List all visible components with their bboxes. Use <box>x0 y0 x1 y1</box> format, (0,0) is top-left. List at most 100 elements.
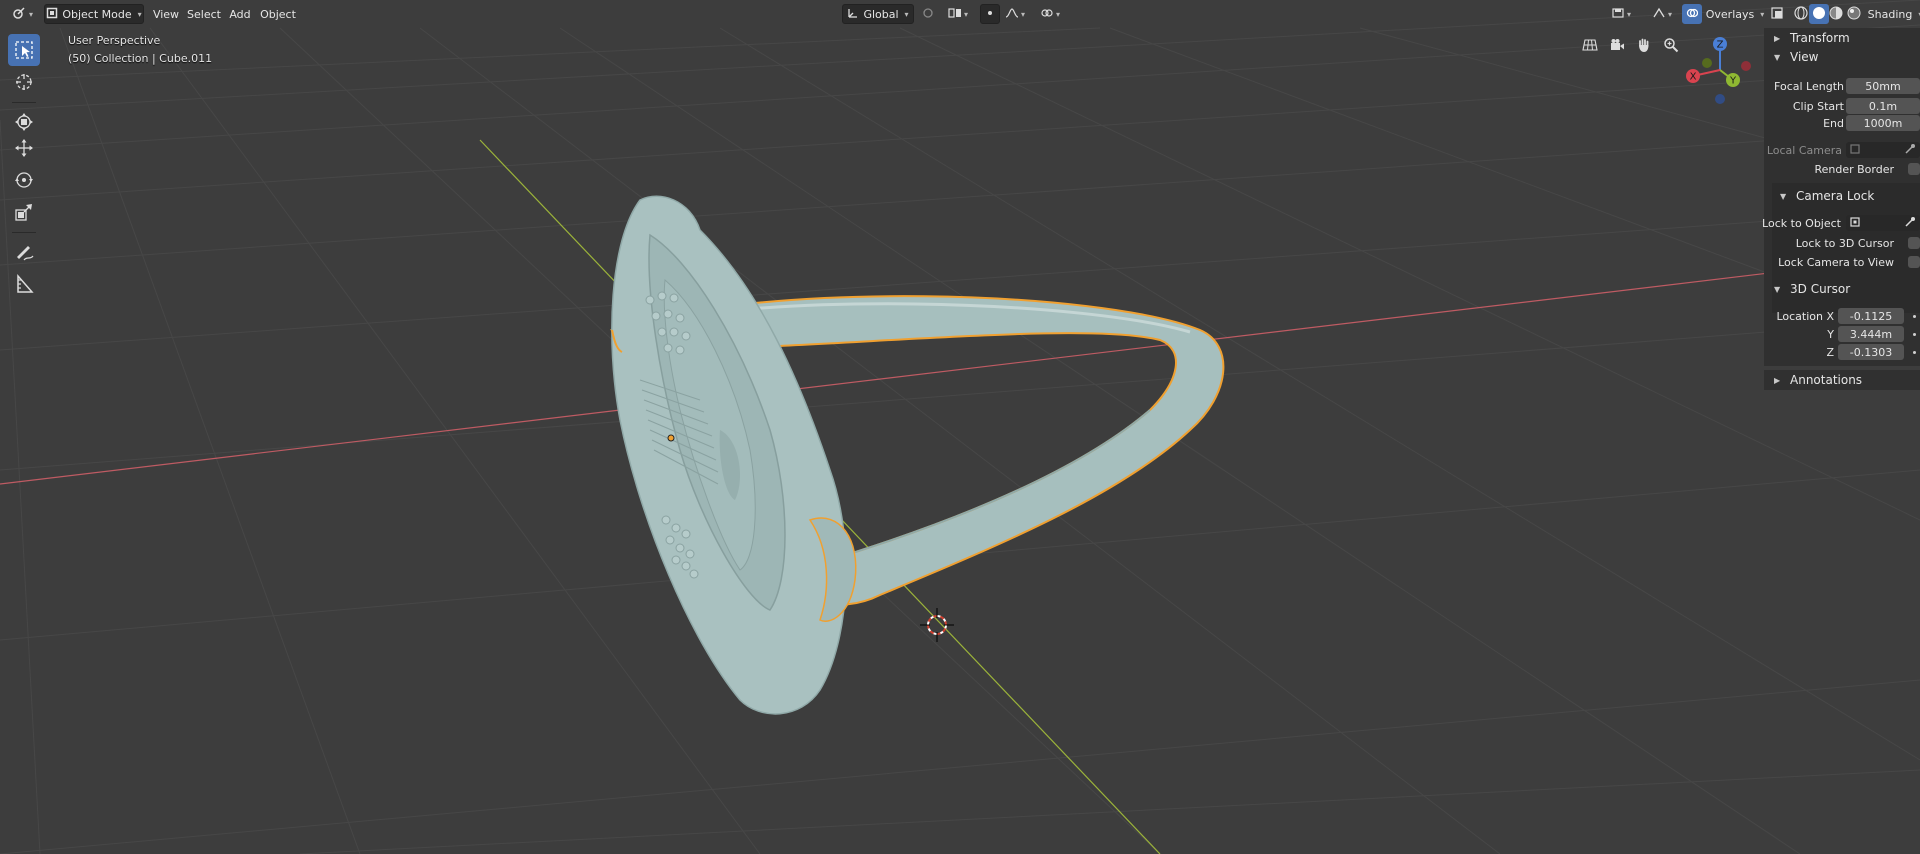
gizmo-z-label: Z <box>1717 40 1724 51</box>
location-z-field[interactable]: -0.1303 <box>1838 344 1904 360</box>
shading-rendered-button[interactable] <box>1844 4 1864 24</box>
shading-material-button[interactable] <box>1826 4 1846 24</box>
gizmo-x-label: X <box>1690 72 1697 83</box>
lock-to-object-label: Lock to Object <box>1762 217 1841 230</box>
lock-camera-to-view-label: Lock Camera to View <box>1778 256 1894 269</box>
toggle-grid-view-button[interactable] <box>1579 35 1601 57</box>
mode-dropdown[interactable]: Object Mode ▾ <box>44 4 144 24</box>
viewport-header: ▾ Object Mode ▾ View Select Add Object Gl… <box>0 0 1920 28</box>
lock-to-3d-cursor-label: Lock to 3D Cursor <box>1795 237 1894 250</box>
panel-annotations-header[interactable]: ▶ Annotations <box>1764 370 1920 390</box>
menu-add[interactable]: Add <box>226 4 254 24</box>
lock-to-object-field[interactable] <box>1846 215 1920 231</box>
move-tool[interactable] <box>8 132 40 164</box>
menu-select[interactable]: Select <box>186 4 222 24</box>
rotate-tool[interactable] <box>8 164 40 196</box>
expanded-arrow-icon: ▼ <box>1774 284 1781 294</box>
panel-camera-lock-title: Camera Lock <box>1796 189 1875 203</box>
gizmo-neg-y[interactable] <box>1702 58 1712 68</box>
shading-dropdown[interactable]: Shading▾ <box>1866 4 1920 24</box>
object-origin[interactable] <box>667 434 675 442</box>
navigation-gizmo[interactable]: X Y Z <box>1680 30 1764 110</box>
gizmo-neg-x[interactable] <box>1741 61 1751 71</box>
shading-rendered-icon <box>1847 6 1861 23</box>
object-picker-icon <box>1850 216 1860 230</box>
lock-camera-to-view-checkbox[interactable] <box>1908 256 1920 268</box>
transform-pivot-button[interactable] <box>918 4 938 24</box>
keyframe-dot[interactable] <box>1913 333 1916 336</box>
keyframe-dot[interactable] <box>1913 315 1916 318</box>
transform-orientation-label: Global <box>863 7 899 21</box>
lock-to-3d-cursor-checkbox[interactable] <box>1908 237 1920 249</box>
object-mode-icon <box>46 7 58 22</box>
3d-viewport[interactable]: User Perspective (50) Collection | Cube.… <box>0 0 1920 854</box>
xray-icon <box>1771 6 1783 22</box>
overlays-dropdown[interactable]: Overlays ▾ <box>1702 4 1765 24</box>
transform-icon <box>14 112 34 132</box>
eyedropper-icon[interactable] <box>1904 143 1916 158</box>
viewport-canvas[interactable] <box>0 0 1920 854</box>
gizmo-y-label: Y <box>1729 76 1737 87</box>
render-border-checkbox[interactable] <box>1908 163 1920 175</box>
gizmo-neg-z[interactable] <box>1715 94 1725 104</box>
cursor-tool[interactable] <box>8 66 40 98</box>
proportional-edit-icon <box>1005 7 1019 22</box>
3d-cursor[interactable] <box>920 608 954 642</box>
editor-type-icon <box>11 6 27 23</box>
object-types-visibility-button[interactable]: ▾ <box>1606 4 1636 24</box>
viewport-collection-label: (50) Collection | Cube.011 <box>68 52 213 65</box>
zoom-view-button[interactable] <box>1660 35 1682 57</box>
floor-grid <box>0 0 1920 854</box>
editor-type-button[interactable]: ▾ <box>6 4 38 24</box>
menu-view[interactable]: View <box>150 4 182 24</box>
menu-object[interactable]: Object <box>258 4 298 24</box>
scale-tool[interactable] <box>8 196 40 228</box>
panel-3d-cursor-header[interactable]: ▼ 3D Cursor <box>1764 279 1920 299</box>
shading-material-icon <box>1829 6 1843 23</box>
location-x-field[interactable]: -0.1125 <box>1838 308 1904 324</box>
measure-tool[interactable] <box>8 268 40 300</box>
snap-button[interactable]: ▾ <box>940 4 976 24</box>
panel-annotations-title: Annotations <box>1790 373 1863 387</box>
proportional-edit-button[interactable]: ▾ <box>1000 4 1030 24</box>
gizmo-toggle-button[interactable]: ▾ <box>1642 4 1682 24</box>
expanded-arrow-icon: ▼ <box>1774 52 1781 62</box>
xray-toggle[interactable] <box>1766 4 1788 24</box>
panel-camera-lock-header[interactable]: ▼ Camera Lock <box>1770 186 1920 206</box>
location-x-label: Location X <box>1776 310 1834 323</box>
shading-label: Shading <box>1867 7 1913 21</box>
pan-view-button[interactable] <box>1633 35 1655 57</box>
link-icon <box>1040 7 1054 22</box>
expanded-arrow-icon: ▼ <box>1780 191 1787 201</box>
camera-icon <box>1609 37 1625 56</box>
overlays-icon <box>1686 7 1699 22</box>
panel-view-header[interactable]: ▼ View <box>1764 47 1920 67</box>
panel-3d-cursor-title: 3D Cursor <box>1790 282 1851 296</box>
keyframe-dot[interactable] <box>1913 351 1916 354</box>
snap-target-icon <box>985 8 995 21</box>
annotate-tool[interactable] <box>8 236 40 268</box>
transform-orientation-dropdown[interactable]: Global ▾ <box>842 4 914 24</box>
clip-start-field[interactable]: 0.1m <box>1846 98 1920 114</box>
x-axis-line <box>0 254 1920 485</box>
collapsed-arrow-icon: ▶ <box>1774 375 1781 385</box>
proportional-falloff-button[interactable]: ▾ <box>1034 4 1066 24</box>
snap-toggle[interactable] <box>980 4 1000 24</box>
select-box-tool[interactable] <box>8 34 40 66</box>
overlays-toggle[interactable] <box>1682 4 1702 24</box>
location-y-label: Y <box>1827 328 1834 341</box>
model-mask-body[interactable] <box>611 195 857 715</box>
focal-length-field[interactable]: 50mm <box>1846 78 1920 94</box>
move-icon <box>14 138 34 158</box>
snap-icon <box>948 7 962 22</box>
panel-view-title: View <box>1790 50 1819 64</box>
location-y-field[interactable]: 3.444m <box>1838 326 1904 342</box>
clip-end-field[interactable]: 1000m <box>1846 115 1920 131</box>
annotate-icon <box>14 242 34 262</box>
camera-view-button[interactable] <box>1606 35 1628 57</box>
camera-object-icon <box>1850 143 1860 157</box>
panel-transform-header[interactable]: ▶ Transform <box>1764 28 1920 48</box>
focal-length-label: Focal Length <box>1774 80 1844 93</box>
eyedropper-icon[interactable] <box>1904 216 1916 231</box>
local-camera-field[interactable] <box>1846 142 1920 158</box>
